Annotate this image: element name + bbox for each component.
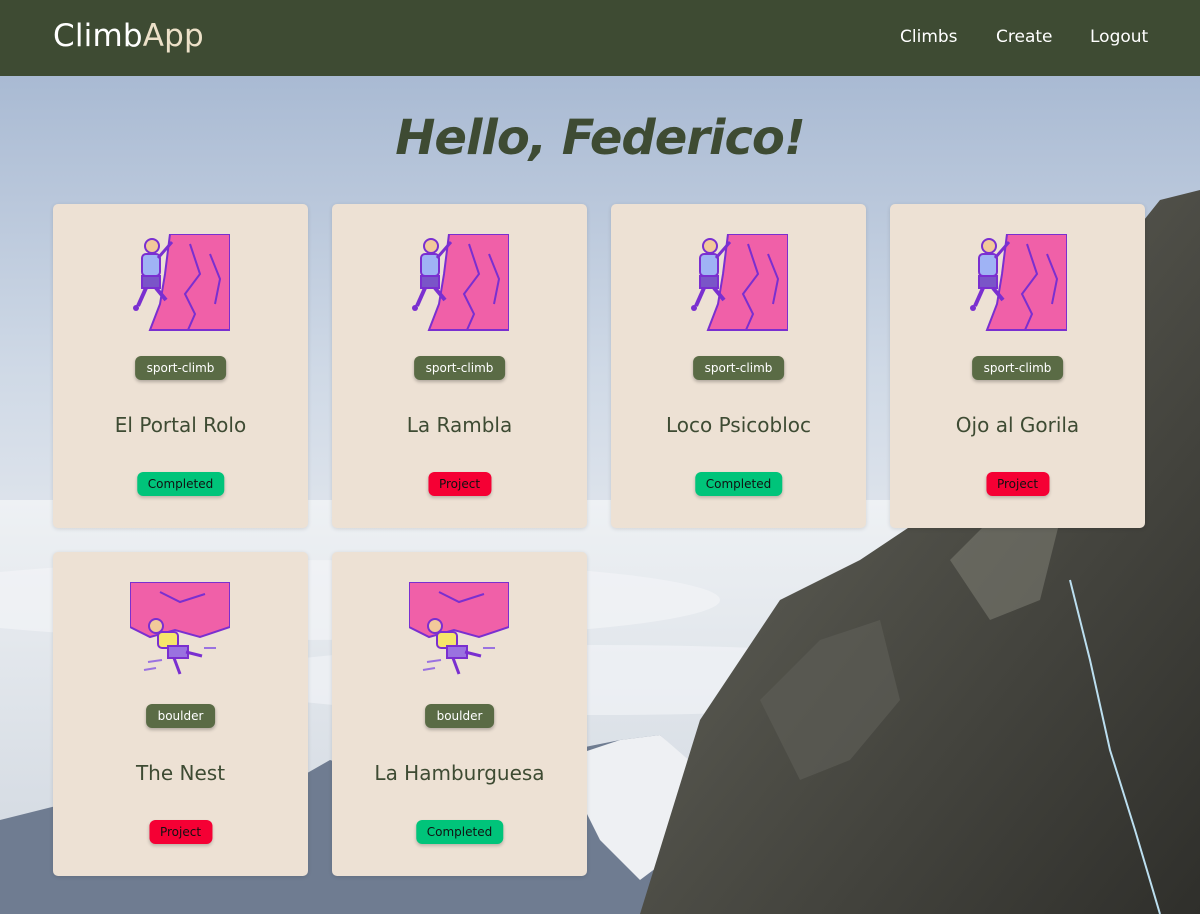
climb-name: The Nest	[135, 761, 226, 785]
climb-status-badge: Project	[427, 472, 492, 496]
top-navbar: ClimbApp Climbs Create Logout	[0, 0, 1200, 76]
sport-climber-icon	[968, 234, 1067, 332]
nav-link-create[interactable]: Create	[996, 27, 1053, 47]
brand-name-part1: Climb	[53, 18, 143, 54]
sport-climber-icon	[689, 234, 788, 332]
climb-name: Ojo al Gorila	[955, 413, 1080, 437]
climb-type-badge: boulder	[424, 704, 495, 728]
climb-status-badge: Completed	[415, 820, 504, 844]
climb-name: El Portal Rolo	[114, 413, 247, 437]
climb-card[interactable]: sport-climb La Rambla Project	[332, 204, 587, 528]
boulderer-icon	[409, 582, 509, 676]
climb-type-badge: sport-climb	[413, 356, 506, 380]
climb-card[interactable]: sport-climb Loco Psicobloc Completed	[611, 204, 866, 528]
sport-climber-icon	[131, 234, 230, 332]
climb-status-badge: Completed	[694, 472, 783, 496]
climb-card[interactable]: sport-climb El Portal Rolo Completed	[53, 204, 308, 528]
nav-link-logout[interactable]: Logout	[1090, 27, 1148, 47]
app-logo[interactable]: ClimbApp	[53, 18, 204, 54]
climb-name: Loco Psicobloc	[665, 413, 812, 437]
climb-status-badge: Project	[985, 472, 1050, 496]
climb-type-badge: boulder	[145, 704, 216, 728]
sport-climber-icon	[410, 234, 509, 332]
boulderer-icon	[130, 582, 230, 676]
page-title: Hello, Federico!	[395, 110, 806, 166]
climb-type-badge: sport-climb	[971, 356, 1064, 380]
climb-status-badge: Completed	[136, 472, 225, 496]
climb-card[interactable]: sport-climb Ojo al Gorila Project	[890, 204, 1145, 528]
climb-status-badge: Project	[148, 820, 213, 844]
climb-type-badge: sport-climb	[134, 356, 227, 380]
nav-link-climbs[interactable]: Climbs	[900, 27, 958, 47]
climb-name: La Rambla	[406, 413, 513, 437]
brand-name-part2: App	[142, 18, 204, 54]
climb-card[interactable]: boulder The Nest Project	[53, 552, 308, 876]
climb-name: La Hamburguesa	[374, 761, 545, 785]
climb-type-badge: sport-climb	[692, 356, 785, 380]
climb-card[interactable]: boulder La Hamburguesa Completed	[332, 552, 587, 876]
